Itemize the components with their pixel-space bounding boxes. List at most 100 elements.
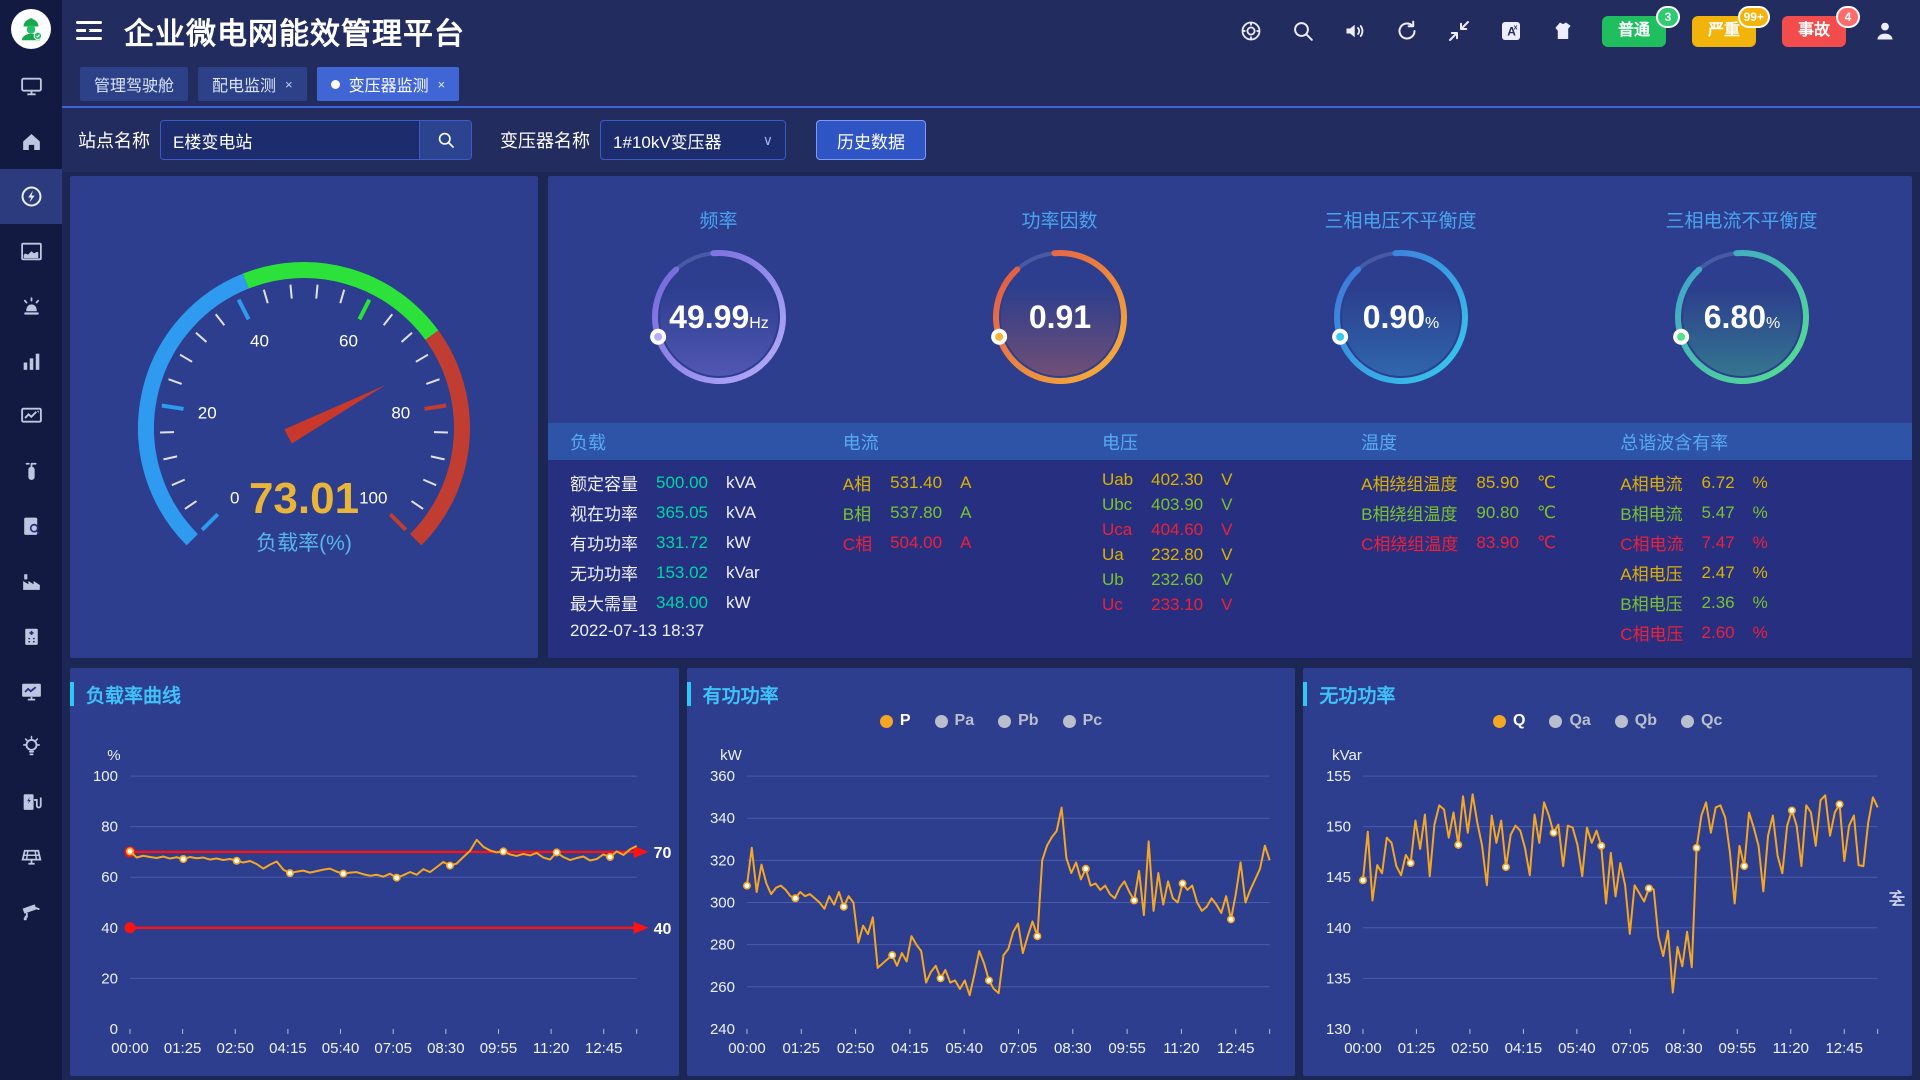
row-unit: kVar (726, 563, 760, 583)
sidebar-nav (0, 59, 62, 939)
history-data-button[interactable]: 历史数据 (816, 120, 926, 160)
svg-text:01:25: 01:25 (164, 1040, 202, 1057)
ring-gauge-title: 功率因数 (1021, 206, 1097, 233)
sidebar-item-bolt-circle[interactable] (0, 169, 62, 224)
transformer-select[interactable]: 1#10kV变压器 ∨ (600, 120, 786, 160)
row-value: 537.80 (890, 503, 942, 523)
svg-text:08:30: 08:30 (1665, 1040, 1703, 1057)
table-body: 额定容量500.00kVA视在功率365.05kVA有功功率331.72kW无功… (548, 460, 1912, 658)
refresh-button[interactable] (1394, 18, 1420, 44)
legend-item-Q[interactable]: Q (1493, 712, 1525, 730)
chart-title: 有功功率 (703, 681, 779, 708)
row-unit: ℃ (1537, 473, 1556, 493)
sidebar-item-bar-chart[interactable] (0, 334, 62, 389)
tab-1[interactable]: 配电监测× (198, 67, 307, 101)
legend-item-Pb[interactable]: Pb (998, 712, 1038, 730)
doc-search-icon (19, 514, 44, 539)
tab-close-icon[interactable]: × (438, 77, 446, 92)
sidebar-item-home[interactable] (0, 114, 62, 169)
svg-text:12:45: 12:45 (585, 1040, 623, 1057)
svg-text:04:15: 04:15 (891, 1040, 929, 1057)
sidebar-item-factory[interactable] (0, 554, 62, 609)
gauge-value: 73.01 (249, 474, 359, 523)
worker-logo-icon (16, 14, 46, 44)
theme-button[interactable] (1550, 18, 1576, 44)
tab-close-icon[interactable]: × (285, 77, 293, 92)
compress-button[interactable] (1446, 18, 1472, 44)
site-search-input[interactable] (161, 121, 419, 159)
support-button[interactable] (1238, 18, 1264, 44)
legend-item-Pa[interactable]: Pa (935, 712, 975, 730)
svg-text:07:05: 07:05 (999, 1040, 1037, 1057)
user-button[interactable] (1872, 18, 1898, 44)
row-unit: % (1753, 593, 1768, 613)
svg-text:300: 300 (710, 894, 735, 911)
sidebar-item-doc-search[interactable] (0, 499, 62, 554)
sidebar-item-cctv[interactable] (0, 884, 62, 939)
sidebar-item-screen[interactable] (0, 59, 62, 114)
search-button[interactable] (419, 121, 471, 159)
legend-item-P[interactable]: P (880, 712, 911, 730)
volume-button[interactable] (1342, 18, 1368, 44)
row-label: Ua (1102, 545, 1133, 565)
search-icon (1291, 19, 1315, 43)
svg-text:12:45: 12:45 (1826, 1040, 1864, 1057)
sidebar-item-bulb[interactable] (0, 719, 62, 774)
sidebar-item-trend-monitor[interactable] (0, 389, 62, 444)
sidebar-item-solar-panel[interactable] (0, 829, 62, 884)
row-unit: % (1753, 503, 1768, 523)
legend-item-Pc[interactable]: Pc (1063, 712, 1103, 730)
row-unit: % (1753, 473, 1768, 493)
legend-item-Qb[interactable]: Qb (1615, 712, 1657, 730)
collapse-menu-icon[interactable] (76, 20, 102, 42)
solar-panel-icon (19, 844, 44, 869)
ring-gauge-title: 三相电流不平衡度 (1665, 206, 1817, 233)
transformer-name-label: 变压器名称 (500, 127, 590, 153)
volume-icon (1343, 19, 1367, 43)
ring-gauge-chart: 6.80% (1654, 235, 1830, 403)
alarm-icon (19, 294, 44, 319)
row-value: 500.00 (656, 473, 708, 493)
app-logo[interactable] (11, 9, 51, 49)
sidebar-item-ev-charger[interactable] (0, 774, 62, 829)
page-title: 企业微电网能效管理平台 (124, 9, 465, 53)
alarm-badge-0[interactable]: 普通3 (1602, 16, 1666, 47)
row-label: C相 (843, 530, 872, 555)
table-section-header: 总谐波含有率 (1598, 429, 1912, 455)
row-unit: A (960, 473, 971, 493)
sidebar-item-alarm[interactable] (0, 279, 62, 334)
sidebar-item-extinguisher[interactable] (0, 444, 62, 499)
row-value: 232.60 (1151, 570, 1203, 590)
row-label: 无功功率 (570, 560, 638, 585)
legend-item-Qc[interactable]: Qc (1681, 712, 1722, 730)
sidebar-item-monitor-line[interactable] (0, 664, 62, 719)
transformer-select-value: 1#10kV变压器 (613, 128, 722, 153)
svg-text:07:05: 07:05 (374, 1040, 412, 1057)
row-unit: ℃ (1537, 503, 1556, 523)
line-chart-active_power: 240260280300320340360kW00:0001:2502:5004… (687, 734, 1296, 1064)
row-unit: kVA (726, 503, 760, 523)
svg-text:20: 20 (101, 970, 118, 987)
chart-toolbox-icon[interactable] (1888, 888, 1906, 913)
row-label: Ubc (1102, 495, 1133, 515)
legend-item-Qa[interactable]: Qa (1549, 712, 1590, 730)
ring-gauge-value: 0.91 (1028, 299, 1090, 335)
svg-text:11:20: 11:20 (1773, 1040, 1809, 1057)
translate-button[interactable]: Ax (1498, 18, 1524, 44)
sidebar-item-area-chart[interactable] (0, 224, 62, 279)
legend-dot (1063, 715, 1076, 728)
alarm-badge-count: 3 (1656, 6, 1680, 28)
svg-text:135: 135 (1326, 970, 1351, 987)
tab-0[interactable]: 管理驾驶舱 (80, 67, 188, 101)
legend-dot (880, 715, 893, 728)
alarm-badge-1[interactable]: 严重99+ (1692, 16, 1756, 47)
tab-2[interactable]: 变压器监测× (317, 67, 460, 101)
search-button[interactable] (1290, 18, 1316, 44)
refresh-icon (1395, 19, 1419, 43)
row-unit: V (1221, 570, 1232, 590)
sidebar-item-hospital[interactable] (0, 609, 62, 664)
line-chart-load_rate: 020406080100%00:0001:2502:5004:1505:4007… (70, 734, 679, 1064)
svg-text:05:40: 05:40 (945, 1040, 982, 1057)
alarm-badge-2[interactable]: 事故4 (1782, 16, 1846, 47)
ring-gauge-chart: 0.91 (972, 235, 1148, 403)
